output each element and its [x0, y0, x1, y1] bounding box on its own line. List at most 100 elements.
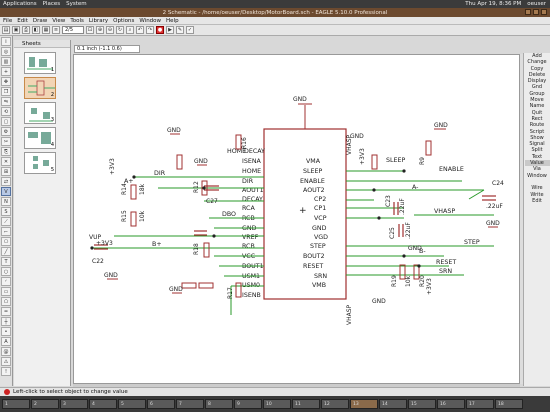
- sheet-thumbnail-3[interactable]: 3: [24, 102, 56, 124]
- name-icon[interactable]: N: [1, 197, 11, 206]
- rect-icon[interactable]: ▭: [1, 287, 11, 296]
- zoom-in-icon[interactable]: ⊕: [96, 26, 104, 34]
- menu-draw[interactable]: Draw: [33, 18, 47, 24]
- erc-icon[interactable]: ✓: [186, 26, 194, 34]
- polygon-icon[interactable]: ⬠: [1, 297, 11, 306]
- close-button[interactable]: [541, 9, 547, 15]
- taskbar-item[interactable]: 11: [292, 399, 320, 409]
- taskbar-item[interactable]: 16: [437, 399, 465, 409]
- resistor-r17[interactable]: [235, 282, 242, 298]
- circle-icon[interactable]: ○: [1, 267, 11, 276]
- display-icon[interactable]: ▥: [1, 57, 11, 66]
- menu-applications[interactable]: Applications: [3, 1, 37, 7]
- resistor-r12-top[interactable]: [176, 154, 183, 170]
- taskbar-item[interactable]: 15: [408, 399, 436, 409]
- sheet-thumbnail-1[interactable]: 1: [24, 52, 56, 74]
- menu-file[interactable]: File: [3, 18, 12, 24]
- resistor-r9[interactable]: [425, 140, 432, 156]
- taskbar-item[interactable]: 5: [118, 399, 146, 409]
- net-icon[interactable]: ┼: [1, 317, 11, 326]
- zoom-select-icon[interactable]: ⌕: [126, 26, 134, 34]
- taskbar-item[interactable]: 12: [321, 399, 349, 409]
- cam-icon[interactable]: ◧: [32, 26, 40, 34]
- resistor-r18[interactable]: [203, 242, 210, 258]
- menu-window[interactable]: Window: [139, 18, 161, 24]
- add-icon[interactable]: ⊞: [1, 167, 11, 176]
- undo-icon[interactable]: ↶: [136, 26, 144, 34]
- menu-edit[interactable]: Edit: [17, 18, 28, 24]
- sheet-thumbnail-4[interactable]: 4: [24, 127, 56, 149]
- resistor-r-sleep[interactable]: [371, 154, 378, 170]
- group-icon[interactable]: ▢: [1, 117, 11, 126]
- go-icon[interactable]: ▶: [166, 26, 174, 34]
- taskbar-item[interactable]: 1: [2, 399, 30, 409]
- resistor-r14[interactable]: [130, 184, 137, 200]
- board-icon[interactable]: ▦: [42, 26, 50, 34]
- taskbar-item[interactable]: 8: [205, 399, 233, 409]
- schematic-canvas[interactable]: + GND ISENA HOME DIR AOUT1 DECAY RCA RCB…: [73, 54, 520, 384]
- taskbar-item[interactable]: 14: [379, 399, 407, 409]
- resistor-usm-b[interactable]: [198, 282, 214, 289]
- mirror-icon[interactable]: ⇋: [1, 97, 11, 106]
- sheet-thumbnail-2[interactable]: 2: [24, 77, 56, 99]
- text-icon[interactable]: T: [1, 257, 11, 266]
- wire-icon[interactable]: ╱: [1, 247, 11, 256]
- menu-places[interactable]: Places: [43, 1, 61, 7]
- menu-help[interactable]: Help: [166, 18, 179, 24]
- stop-icon[interactable]: ●: [156, 26, 164, 34]
- redo-icon[interactable]: ↷: [146, 26, 154, 34]
- print-icon[interactable]: ⎙: [22, 26, 30, 34]
- stop-indicator-icon[interactable]: [4, 389, 10, 395]
- paste-icon[interactable]: ⎘: [1, 147, 11, 156]
- taskbar-item[interactable]: 17: [466, 399, 494, 409]
- errors-icon[interactable]: !: [1, 367, 11, 376]
- open-icon[interactable]: ▤: [2, 26, 10, 34]
- taskbar-item-active[interactable]: 13: [350, 399, 378, 409]
- menu-view[interactable]: View: [52, 18, 65, 24]
- cut-icon[interactable]: ✂: [1, 137, 11, 146]
- junction-icon[interactable]: •: [1, 327, 11, 336]
- taskbar-item[interactable]: 18: [495, 399, 523, 409]
- label-icon[interactable]: A: [1, 337, 11, 346]
- sheet-thumbnail-5[interactable]: 5: [24, 152, 56, 174]
- taskbar-item[interactable]: 3: [60, 399, 88, 409]
- mark-icon[interactable]: +: [1, 67, 11, 76]
- taskbar-item[interactable]: 2: [31, 399, 59, 409]
- schematic-drawing[interactable]: + GND ISENA HOME DIR AOUT1 DECAY RCA RCB…: [74, 55, 521, 385]
- rotate-icon[interactable]: ⟲: [1, 107, 11, 116]
- taskbar-item[interactable]: 6: [147, 399, 175, 409]
- menu-options[interactable]: Options: [113, 18, 134, 24]
- attribute-icon[interactable]: @: [1, 347, 11, 356]
- layer-icon[interactable]: ≡: [52, 26, 60, 34]
- delete-icon[interactable]: ✕: [1, 157, 11, 166]
- taskbar-item[interactable]: 7: [176, 399, 204, 409]
- maximize-button[interactable]: [533, 9, 539, 15]
- menu-system[interactable]: System: [66, 1, 87, 7]
- zoom-out-icon[interactable]: ⊖: [106, 26, 114, 34]
- menu-library[interactable]: Library: [89, 18, 108, 24]
- taskbar-item[interactable]: 9: [234, 399, 262, 409]
- replace-icon[interactable]: ⇄: [1, 177, 11, 186]
- split-icon[interactable]: ⟋: [1, 217, 11, 226]
- arc-icon[interactable]: ◜: [1, 277, 11, 286]
- copy-icon[interactable]: ❐: [1, 87, 11, 96]
- clock[interactable]: Thu Apr 19, 8:36 PM: [465, 1, 521, 7]
- script-icon[interactable]: ✎: [176, 26, 184, 34]
- zoom-redraw-icon[interactable]: ↻: [116, 26, 124, 34]
- minimize-button[interactable]: [525, 9, 531, 15]
- change-icon[interactable]: ⚙: [1, 127, 11, 136]
- taskbar-item[interactable]: 10: [263, 399, 291, 409]
- cmd-edit[interactable]: Edit: [525, 198, 550, 204]
- smash-icon[interactable]: S: [1, 207, 11, 216]
- erc-check-icon[interactable]: ⚠: [1, 357, 11, 366]
- resistor-usm-a[interactable]: [181, 282, 197, 289]
- invoke-icon[interactable]: ⎔: [1, 237, 11, 246]
- bus-icon[interactable]: ═: [1, 307, 11, 316]
- miter-icon[interactable]: ⌐: [1, 227, 11, 236]
- show-icon[interactable]: ◎: [1, 47, 11, 56]
- coordinate-display[interactable]: 0.1 inch (-1.1 0.6): [74, 44, 140, 53]
- info-icon[interactable]: i: [1, 37, 11, 46]
- taskbar-item[interactable]: 4: [89, 399, 117, 409]
- sheet-select[interactable]: 2/5: [62, 26, 84, 34]
- user-name[interactable]: oeuser: [527, 1, 546, 7]
